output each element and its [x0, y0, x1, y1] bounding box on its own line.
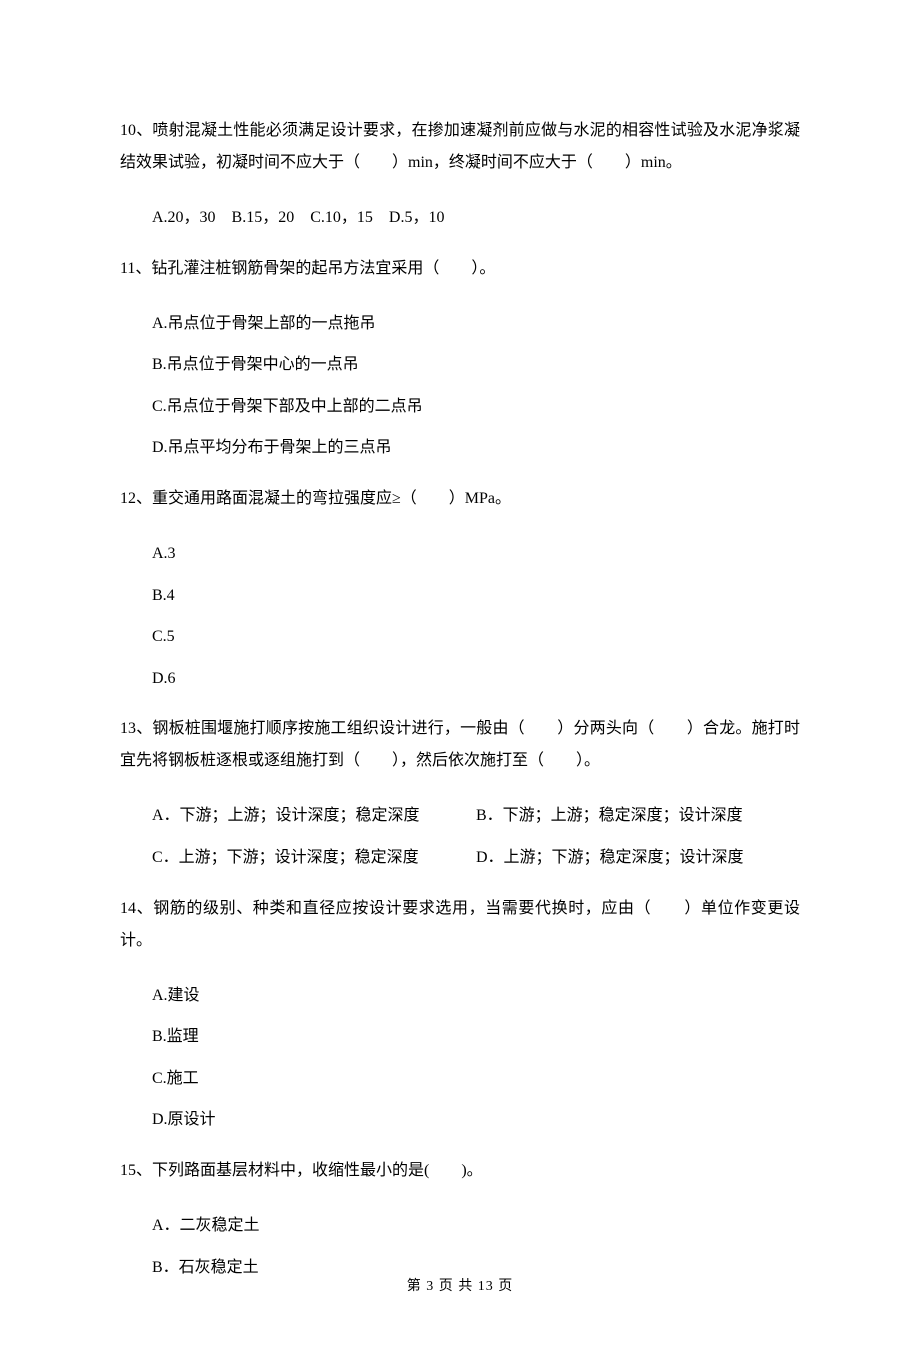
question-12-option-d: D.6	[152, 658, 800, 700]
question-11-option-b: B.吊点位于骨架中心的一点吊	[152, 344, 800, 386]
question-15-stem: 15、下列路面基层材料中，收缩性最小的是( )。	[120, 1155, 800, 1187]
question-11-option-c: C.吊点位于骨架下部及中上部的二点吊	[152, 386, 800, 428]
question-10-stem: 10、喷射混凝土性能必须满足设计要求，在掺加速凝剂前应做与水泥的相容性试验及水泥…	[120, 115, 800, 179]
question-11-options: A.吊点位于骨架上部的一点拖吊 B.吊点位于骨架中心的一点吊 C.吊点位于骨架下…	[120, 303, 800, 469]
question-13-options: A．下游；上游；设计深度；稳定深度 B．下游；上游；稳定深度；设计深度 C．上游…	[120, 795, 800, 878]
question-14-option-d: D.原设计	[152, 1099, 800, 1141]
question-11-option-a: A.吊点位于骨架上部的一点拖吊	[152, 303, 800, 345]
question-14-option-c: C.施工	[152, 1058, 800, 1100]
question-11-option-d: D.吊点平均分布于骨架上的三点吊	[152, 427, 800, 469]
question-15-option-a: A．二灰稳定土	[152, 1205, 800, 1247]
question-13-stem: 13、钢板桩围堰施打顺序按施工组织设计进行，一般由（ ）分两头向（ ）合龙。施打…	[120, 713, 800, 777]
question-13-option-b: B．下游；上游；稳定深度；设计深度	[476, 795, 800, 837]
page: 10、喷射混凝土性能必须满足设计要求，在掺加速凝剂前应做与水泥的相容性试验及水泥…	[0, 0, 920, 1352]
question-14-option-b: B.监理	[152, 1016, 800, 1058]
question-12-stem: 12、重交通用路面混凝土的弯拉强度应≥（ ）MPa。	[120, 483, 800, 515]
question-12-option-b: B.4	[152, 575, 800, 617]
page-footer: 第 3 页 共 13 页	[0, 1276, 920, 1297]
question-10-options: A.20，30 B.15，20 C.10，15 D.5，10	[120, 197, 800, 239]
question-12-options: A.3 B.4 C.5 D.6	[120, 533, 800, 699]
question-13-option-a: A．下游；上游；设计深度；稳定深度	[152, 795, 476, 837]
question-14-stem: 14、钢筋的级别、种类和直径应按设计要求选用，当需要代换时，应由（ ）单位作变更…	[120, 893, 800, 957]
question-11-stem: 11、钻孔灌注桩钢筋骨架的起吊方法宜采用（ ）。	[120, 253, 800, 285]
question-13-option-d: D．上游；下游；稳定深度；设计深度	[476, 837, 800, 879]
question-14-option-a: A.建设	[152, 975, 800, 1017]
question-13-option-c: C．上游；下游；设计深度；稳定深度	[152, 837, 476, 879]
question-12-option-c: C.5	[152, 616, 800, 658]
question-12-option-a: A.3	[152, 533, 800, 575]
question-14-options: A.建设 B.监理 C.施工 D.原设计	[120, 975, 800, 1141]
